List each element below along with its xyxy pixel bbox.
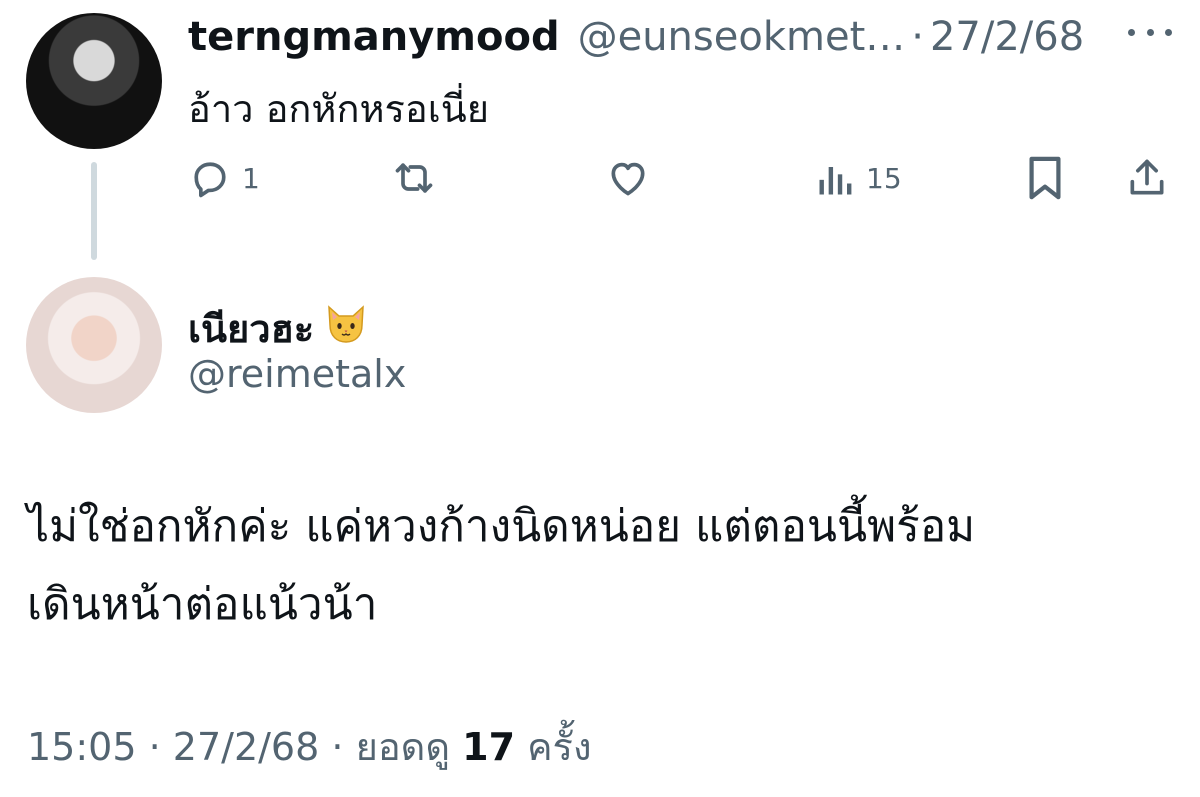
cat-face-icon bbox=[324, 303, 368, 354]
reply-to-handle[interactable]: @eunseokmet… bbox=[578, 14, 906, 60]
bookmark-button[interactable] bbox=[1025, 153, 1065, 203]
meta-separator: · bbox=[148, 725, 161, 769]
main-tweet-display-name-row: เนียวฮะ bbox=[188, 298, 368, 359]
tweet-action-bar: 1 15 bbox=[188, 153, 1173, 203]
main-tweet-text: ไม่ใช่อกหักค่ะ แค่หวงก้างนิดหน่อย แต่ตอน… bbox=[27, 488, 1167, 644]
reply-to-tweet-text: อ้าว อกหักหรอเนี่ย bbox=[188, 87, 489, 131]
retweet-button[interactable] bbox=[390, 153, 438, 203]
heart-icon bbox=[611, 162, 645, 196]
main-tweet-display-name[interactable]: เนียวฮะ bbox=[188, 298, 314, 359]
thread-connector-line bbox=[91, 162, 97, 260]
header-separator: · bbox=[911, 14, 924, 60]
main-tweet-meta: 15:05 · 27/2/68 · ยอดดู 17 ครั้ง bbox=[27, 716, 592, 777]
main-tweet-text-line-2: เดินหน้าต่อแน้วน้า bbox=[27, 579, 378, 630]
tweet-date[interactable]: 27/2/68 bbox=[173, 725, 320, 769]
meta-separator: · bbox=[331, 725, 344, 769]
bookmark-icon bbox=[1029, 156, 1061, 200]
comment-icon bbox=[194, 162, 226, 198]
share-button[interactable] bbox=[1125, 153, 1169, 203]
main-tweet-text-line-1: ไม่ใช่อกหักค่ะ แค่หวงก้างนิดหน่อย แต่ตอน… bbox=[27, 501, 976, 552]
views-button[interactable]: 15 bbox=[816, 153, 902, 203]
reply-count: 1 bbox=[242, 161, 260, 195]
avatar-terngmanymood[interactable] bbox=[26, 13, 162, 149]
avatar-reimetalx[interactable] bbox=[26, 277, 162, 413]
reply-to-tweet-header: terngmanymood @eunseokmet… · 27/2/68 bbox=[188, 12, 1168, 62]
views-unit: ครั้ง bbox=[527, 725, 592, 769]
reply-button[interactable]: 1 bbox=[188, 153, 260, 203]
analytics-bars-icon bbox=[819, 167, 852, 195]
views-label: ยอดดู bbox=[355, 725, 451, 769]
views-total-count: 17 bbox=[462, 725, 516, 769]
reply-to-date[interactable]: 27/2/68 bbox=[930, 14, 1084, 60]
main-tweet-handle[interactable]: @reimetalx bbox=[188, 352, 406, 396]
reply-to-display-name[interactable]: terngmanymood bbox=[188, 14, 560, 60]
like-button[interactable] bbox=[605, 153, 651, 203]
tweet-time[interactable]: 15:05 bbox=[27, 725, 137, 769]
views-count: 15 bbox=[866, 161, 902, 195]
retweet-icon bbox=[395, 163, 433, 193]
share-icon bbox=[1130, 159, 1164, 195]
ellipsis-icon[interactable] bbox=[1128, 20, 1172, 44]
